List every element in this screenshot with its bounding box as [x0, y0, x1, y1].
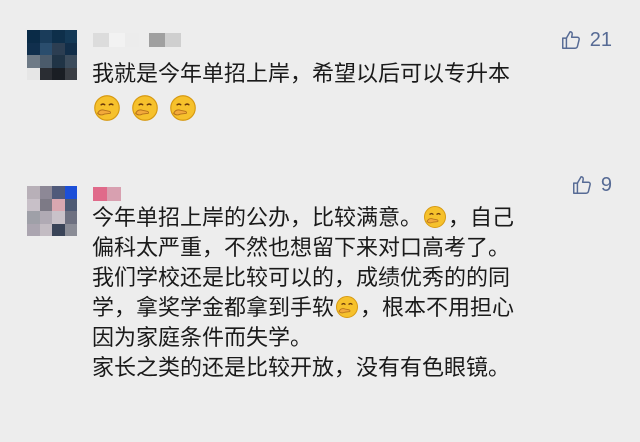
comment-item: 9 今年单招上岸的公办，比较满意。 ，自己 偏科太严重，不然也想留下来对口高考了…: [0, 168, 640, 442]
smirk-emoji-icon: [132, 95, 158, 121]
comment-item: 21 我就是今年单招上岸，希望以后可以专升本: [0, 0, 640, 150]
username-blurred[interactable]: [93, 187, 121, 201]
thumbs-up-icon: [561, 31, 580, 49]
like-button[interactable]: 9: [571, 172, 612, 198]
smirk-emoji-icon: [94, 95, 120, 121]
avatar[interactable]: [27, 186, 77, 236]
comment-line: 今年单招上岸的公办，比较满意。 ，自己: [92, 206, 515, 231]
username-blurred[interactable]: [93, 33, 181, 47]
comment-text: 我就是今年单招上岸，希望以后可以专升本: [92, 60, 612, 90]
comment-line: 偏科太严重，不然也想留下来对口高考了。: [92, 236, 511, 261]
comment-line: 我就是今年单招上岸，希望以后可以专升本: [92, 62, 511, 87]
like-button[interactable]: 21: [560, 27, 612, 53]
emoji-row: [92, 94, 198, 122]
comment-line: 学，拿奖学金都拿到手软 ，根本不用担心: [92, 296, 515, 321]
comment-line: 家长之类的还是比较开放，没有有色眼镜。: [92, 356, 511, 381]
comment-text: 今年单招上岸的公办，比较满意。 ，自己 偏科太严重，不然也想留下来对口高考了。 …: [92, 204, 612, 384]
smirk-emoji-icon: [424, 206, 447, 228]
avatar[interactable]: [27, 30, 77, 80]
smirk-emoji-icon: [336, 296, 359, 318]
smirk-emoji-icon: [170, 95, 196, 121]
like-count: 21: [589, 28, 612, 51]
thumbs-up-icon: [572, 176, 591, 194]
comment-line: 我们学校还是比较可以的，成绩优秀的的同: [92, 266, 511, 291]
like-count: 9: [600, 173, 612, 196]
comment-line: 因为家庭条件而失学。: [92, 326, 313, 351]
